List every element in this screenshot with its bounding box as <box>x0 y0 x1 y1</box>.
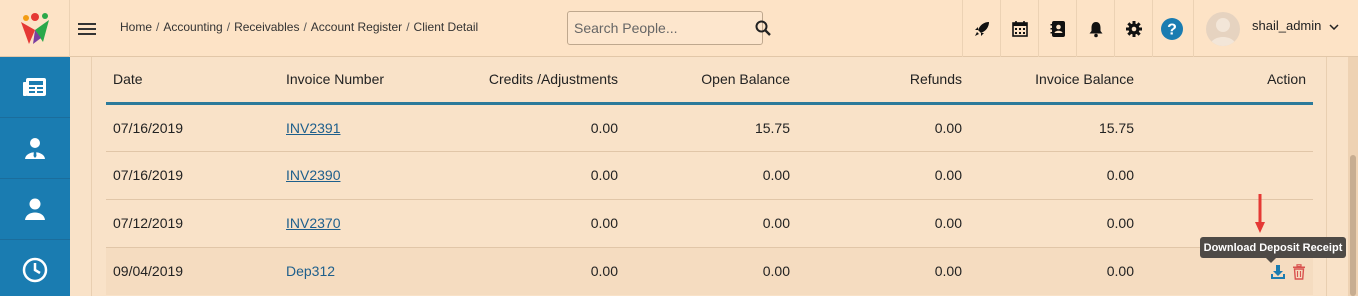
gear-icon[interactable] <box>1114 0 1152 57</box>
search-input[interactable] <box>568 12 755 44</box>
top-bar: Home / Accounting / Receivables / Account R… <box>0 0 1358 57</box>
col-action: Action <box>1141 57 1313 105</box>
breadcrumb-accounting[interactable]: Accounting <box>163 20 222 34</box>
table-row-deposit: 09/04/2019 Dep312 0.00 0.00 0.00 0.00 <box>106 247 1313 295</box>
avatar <box>1206 11 1240 46</box>
cell-refunds: 0.00 <box>797 103 969 152</box>
invoice-table: Date Invoice Number Credits /Adjustments… <box>106 57 1313 295</box>
table-row: 07/16/2019 INV2390 0.00 0.00 0.00 0.00 <box>106 151 1313 200</box>
username: shail_admin <box>1252 18 1322 33</box>
cell-invoice-balance: 0.00 <box>969 199 1141 248</box>
user-menu[interactable]: shail_admin <box>1193 0 1358 57</box>
cell-credits: 0.00 <box>445 199 625 248</box>
user-icon <box>25 198 45 220</box>
tooltip: Download Deposit Receipt <box>1200 237 1346 263</box>
scrollbar-thumb[interactable] <box>1350 155 1356 296</box>
cell-credits: 0.00 <box>445 151 625 200</box>
cell-refunds: 0.00 <box>797 247 969 295</box>
breadcrumb-account-register[interactable]: Account Register <box>311 20 402 34</box>
menu-toggle-button[interactable] <box>78 20 96 36</box>
breadcrumb-receivables[interactable]: Receivables <box>234 20 299 34</box>
invoice-link[interactable]: INV2391 <box>286 120 340 136</box>
sidebar-item-employees[interactable] <box>0 118 70 179</box>
invoice-link[interactable]: INV2390 <box>286 167 340 183</box>
cell-refunds: 0.00 <box>797 199 969 248</box>
deposit-link[interactable]: Dep312 <box>286 263 335 279</box>
trash-icon[interactable] <box>1292 264 1306 280</box>
cell-open-balance: 0.00 <box>625 247 797 295</box>
sidebar-item-clients[interactable] <box>0 179 70 240</box>
address-book-icon[interactable] <box>1038 0 1076 57</box>
rocket-icon[interactable] <box>962 0 1000 57</box>
sidebar-item-time[interactable] <box>0 240 70 296</box>
breadcrumb: Home / Accounting / Receivables / Account R… <box>120 20 479 34</box>
main-content: Date Invoice Number Credits /Adjustments… <box>70 57 1358 296</box>
breadcrumb-client-detail: Client Detail <box>413 20 479 34</box>
cell-open-balance: 0.00 <box>625 199 797 248</box>
search-box <box>567 11 771 45</box>
bell-icon[interactable] <box>1076 0 1114 57</box>
col-refunds: Refunds <box>797 57 969 105</box>
cell-action <box>1141 103 1313 152</box>
annotation-arrow-icon <box>1255 194 1265 233</box>
search-icon[interactable] <box>755 12 771 44</box>
cell-date: 07/16/2019 <box>106 103 279 152</box>
col-invoice-balance: Invoice Balance <box>969 57 1141 105</box>
newspaper-icon <box>23 78 46 96</box>
toolbar-icons: ? <box>962 0 1190 57</box>
col-invoice-number: Invoice Number <box>279 57 445 105</box>
col-credits: Credits /Adjustments <box>445 57 625 105</box>
cell-date: 07/12/2019 <box>106 199 279 248</box>
cell-invoice-balance: 0.00 <box>969 247 1141 295</box>
cell-invoice-balance: 15.75 <box>969 103 1141 152</box>
table-row: 07/16/2019 INV2391 0.00 15.75 0.00 15.75 <box>106 103 1313 152</box>
cell-action <box>1141 151 1313 200</box>
cell-credits: 0.00 <box>445 247 625 295</box>
sidebar <box>0 57 70 296</box>
table-header-row: Date Invoice Number Credits /Adjustments… <box>106 57 1313 105</box>
svg-text:?: ? <box>1167 21 1177 38</box>
table-row: 07/12/2019 INV2370 0.00 0.00 0.00 0.00 <box>106 199 1313 248</box>
cell-invoice-balance: 0.00 <box>969 151 1141 200</box>
app-logo[interactable] <box>0 0 70 57</box>
help-icon[interactable]: ? <box>1152 0 1190 57</box>
cell-credits: 0.00 <box>445 103 625 152</box>
chevron-down-icon <box>1329 23 1339 30</box>
clock-icon <box>22 257 48 283</box>
invoice-link[interactable]: INV2370 <box>286 215 340 231</box>
cell-refunds: 0.00 <box>797 151 969 200</box>
cell-open-balance: 15.75 <box>625 103 797 152</box>
sidebar-item-news[interactable] <box>0 57 70 118</box>
scrollbar[interactable] <box>1348 57 1358 296</box>
user-tie-icon <box>25 138 45 159</box>
col-date: Date <box>106 57 279 105</box>
download-icon[interactable] <box>1270 264 1286 280</box>
calendar-icon[interactable] <box>1000 0 1038 57</box>
cell-date: 09/04/2019 <box>106 247 279 295</box>
cell-open-balance: 0.00 <box>625 151 797 200</box>
cell-date: 07/16/2019 <box>106 151 279 200</box>
breadcrumb-home[interactable]: Home <box>120 20 152 34</box>
logo-icon <box>20 13 49 44</box>
col-open-balance: Open Balance <box>625 57 797 105</box>
